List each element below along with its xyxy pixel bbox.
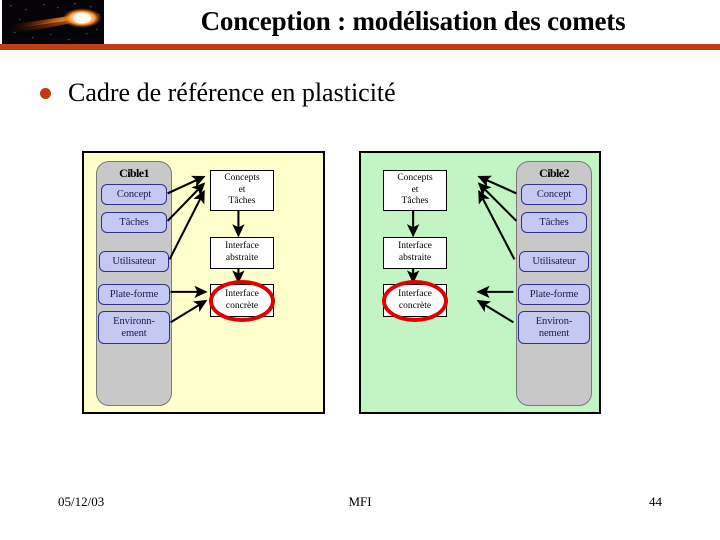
bullet-text: Cadre de référence en plasticité [68, 78, 396, 107]
page-title: Conception : modélisation des comets [200, 5, 626, 36]
box-line: et [411, 184, 419, 195]
box-line: Concepts [224, 172, 260, 183]
cible2-title: Cible2 [539, 166, 569, 180]
chip-taches-right[interactable]: Tâches [521, 212, 587, 233]
highlight-ellipse-left [209, 280, 275, 322]
cible1-title: Cible1 [119, 166, 149, 180]
diagram-panel-left: Cible1 Concept Tâches Utilisateur Plate-… [82, 151, 325, 414]
bullet-dot-icon [40, 87, 51, 99]
chip-label: Utilisateur [532, 255, 576, 267]
title-divider [0, 44, 720, 50]
chip-concept-right[interactable]: Concept [521, 184, 587, 205]
slide-header: Conception : modélisation des comets [0, 0, 720, 52]
box-line: abstraite [398, 253, 432, 263]
chip-label: Tâches [119, 216, 149, 228]
chip-label: Plate-forme [529, 288, 579, 300]
box-line: Concepts [397, 172, 433, 183]
box-line: Tâches [228, 196, 256, 207]
chip-label: Environn- ement [113, 316, 155, 339]
comet-logo-icon [2, 0, 104, 44]
chip-plate-forme-right[interactable]: Plate-forme [518, 284, 590, 305]
diagram-panel-right: Cible2 Concept Tâches Utilisateur Plate-… [359, 151, 601, 414]
chip-plate-forme-left[interactable]: Plate-forme [98, 284, 170, 305]
bullet-row: Cadre de référence en plasticité [40, 72, 640, 114]
chip-concept-left[interactable]: Concept [101, 184, 167, 205]
chip-label: Utilisateur [112, 255, 156, 267]
chip-environnement-right[interactable]: Environ- nement [518, 311, 590, 344]
box-interface-abstraite-right: Interface abstraite [383, 237, 447, 269]
chip-utilisateur-right[interactable]: Utilisateur [519, 251, 589, 272]
box-concepts-taches-right: Concepts et Tâches [383, 170, 447, 211]
box-concepts-taches-left: Concepts et Tâches [210, 170, 274, 211]
chip-label: Plate-forme [109, 288, 159, 300]
chip-environnement-left[interactable]: Environn- ement [98, 311, 170, 344]
comet-logo-graphic [2, 0, 104, 44]
highlight-ellipse-right [382, 280, 448, 322]
chip-label: Environ- nement [535, 316, 573, 339]
chip-label: Concept [116, 188, 152, 200]
box-interface-abstraite-left: Interface abstraite [210, 237, 274, 269]
chip-utilisateur-left[interactable]: Utilisateur [99, 251, 169, 272]
chip-label: Tâches [539, 216, 569, 228]
box-line: Interface [398, 241, 432, 252]
slide-footer: 05/12/03 MFI 44 [0, 494, 720, 518]
box-line: Tâches [401, 196, 429, 207]
footer-page-number: 44 [649, 494, 662, 509]
box-line: abstraite [225, 253, 259, 263]
box-line: et [238, 184, 246, 195]
chip-label: Concept [536, 188, 572, 200]
box-line: Interface [225, 241, 259, 252]
chip-taches-left[interactable]: Tâches [101, 212, 167, 233]
